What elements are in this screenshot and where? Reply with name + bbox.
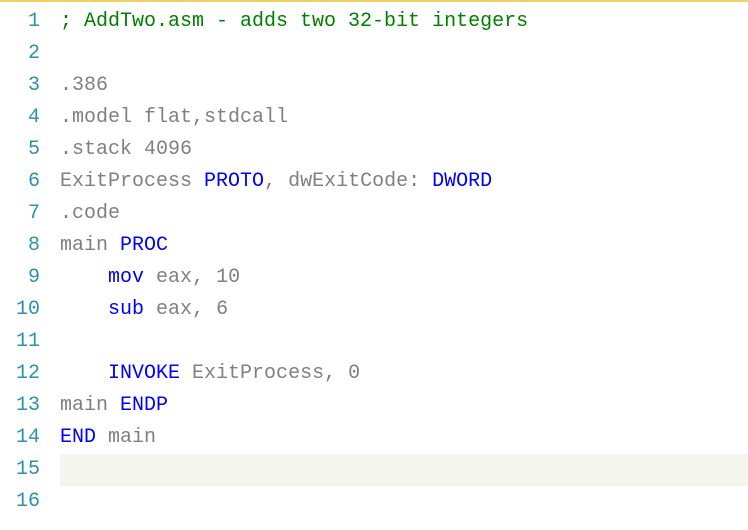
line-number: 10 <box>8 294 40 326</box>
line-number: 7 <box>8 198 40 230</box>
code-token: 0 <box>348 362 360 385</box>
code-token: .model <box>60 106 132 129</box>
line-number: 6 <box>8 166 40 198</box>
code-token <box>180 362 192 385</box>
line-number: 2 <box>8 38 40 70</box>
code-token <box>108 234 120 257</box>
code-line[interactable]: ExitProcess PROTO, dwExitCode: DWORD <box>60 166 748 198</box>
line-number: 14 <box>8 422 40 454</box>
code-token <box>192 170 204 193</box>
code-line[interactable]: sub eax, 6 <box>60 294 748 326</box>
code-line[interactable] <box>60 486 748 518</box>
code-line[interactable]: ; AddTwo.asm - adds two 32-bit integers <box>60 6 748 38</box>
code-line[interactable]: END main <box>60 422 748 454</box>
code-line[interactable]: .stack 4096 <box>60 134 748 166</box>
line-number: 15 <box>8 454 40 486</box>
code-token: .386 <box>60 74 108 97</box>
code-token: main <box>60 234 108 257</box>
code-token: ExitProcess <box>60 170 192 193</box>
code-token: mov <box>108 266 144 289</box>
code-line[interactable]: .code <box>60 198 748 230</box>
code-token: .code <box>60 202 120 225</box>
code-token: PROTO <box>204 170 264 193</box>
code-token <box>132 138 144 161</box>
code-line[interactable]: .model flat,stdcall <box>60 102 748 134</box>
code-line[interactable]: mov eax, 10 <box>60 262 748 294</box>
line-number: 1 <box>8 6 40 38</box>
code-token: eax <box>156 298 192 321</box>
code-token <box>132 106 144 129</box>
line-number: 12 <box>8 358 40 390</box>
code-text-area[interactable]: ; AddTwo.asm - adds two 32-bit integers … <box>52 2 748 530</box>
code-line[interactable]: main ENDP <box>60 390 748 422</box>
code-token: eax <box>156 266 192 289</box>
line-number: 16 <box>8 486 40 518</box>
line-number: 13 <box>8 390 40 422</box>
code-token <box>108 394 120 417</box>
code-line[interactable]: INVOKE ExitProcess, 0 <box>60 358 748 390</box>
code-token: , dwExitCode: <box>264 170 432 193</box>
code-token <box>96 426 108 449</box>
code-token: sub <box>108 298 144 321</box>
code-token: 4096 <box>144 138 192 161</box>
code-line[interactable] <box>60 326 748 358</box>
line-number: 5 <box>8 134 40 166</box>
code-token <box>144 266 156 289</box>
code-token: INVOKE <box>108 362 180 385</box>
code-editor[interactable]: 12345678910111213141516 ; AddTwo.asm - a… <box>0 0 748 530</box>
code-token: END <box>60 426 96 449</box>
code-token: DWORD <box>432 170 492 193</box>
code-token: flat,stdcall <box>144 106 288 129</box>
line-number: 3 <box>8 70 40 102</box>
code-line[interactable]: main PROC <box>60 230 748 262</box>
code-line[interactable] <box>60 38 748 70</box>
code-token: , <box>192 298 216 321</box>
line-number: 4 <box>8 102 40 134</box>
line-number: 9 <box>8 262 40 294</box>
code-token: ENDP <box>120 394 168 417</box>
code-line[interactable]: .386 <box>60 70 748 102</box>
code-token: main <box>108 426 156 449</box>
code-token <box>60 362 108 385</box>
code-token: ; AddTwo.asm - adds two 32-bit integers <box>60 10 528 33</box>
code-token <box>144 298 156 321</box>
code-token: , <box>192 266 216 289</box>
line-number: 11 <box>8 326 40 358</box>
code-token: ExitProcess, <box>192 362 348 385</box>
line-number-gutter: 12345678910111213141516 <box>0 2 52 530</box>
code-token: 10 <box>216 266 240 289</box>
code-token: main <box>60 394 108 417</box>
code-token: 6 <box>216 298 228 321</box>
code-token: PROC <box>120 234 168 257</box>
line-number: 8 <box>8 230 40 262</box>
code-line[interactable] <box>60 454 748 486</box>
code-token <box>60 298 108 321</box>
code-token <box>60 266 108 289</box>
code-token: .stack <box>60 138 132 161</box>
